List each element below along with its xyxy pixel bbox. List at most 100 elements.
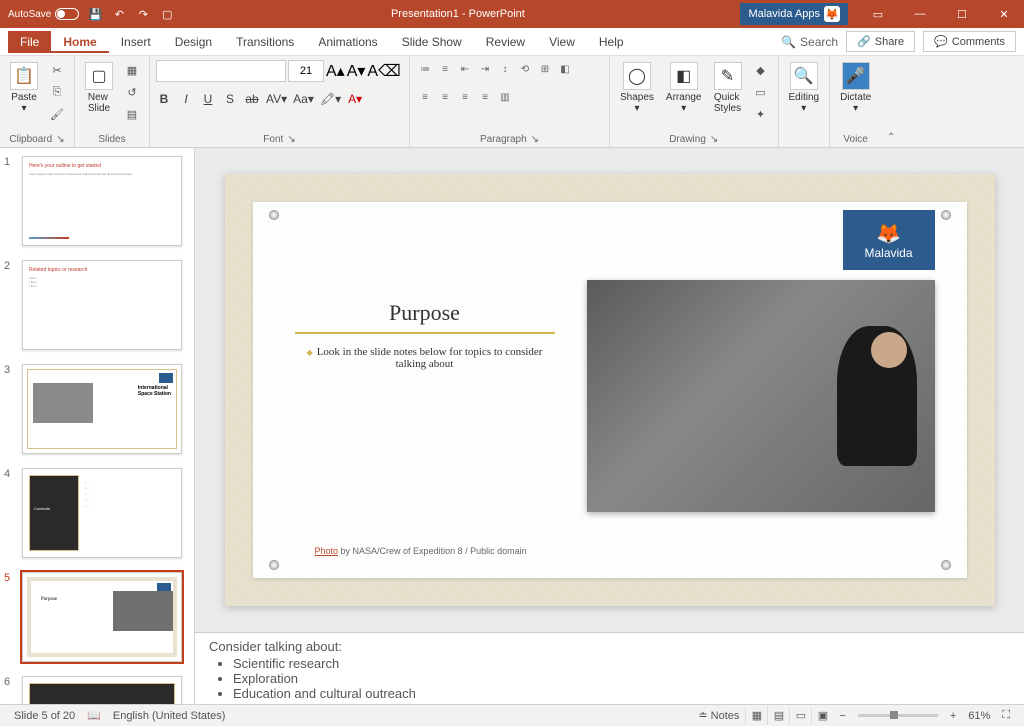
minimize-icon[interactable]: — — [900, 0, 940, 28]
titlebar: AutoSave 💾 ↶ ↷ ▢ Presentation1 - PowerPo… — [0, 0, 1024, 28]
cut-icon[interactable]: ✂ — [46, 60, 68, 80]
highlight-icon[interactable]: 🖍▾ — [320, 92, 341, 106]
autosave-toggle[interactable]: AutoSave — [8, 8, 79, 20]
shadow-button[interactable]: S — [222, 92, 238, 106]
text-direction-icon[interactable]: ⟲ — [516, 60, 534, 78]
tab-design[interactable]: Design — [163, 31, 224, 53]
zoom-out-icon[interactable]: − — [833, 710, 851, 722]
format-painter-icon[interactable]: 🖌 — [46, 104, 68, 124]
fit-window-icon[interactable]: ⛶ — [996, 709, 1016, 722]
tab-help[interactable]: Help — [587, 31, 636, 53]
quick-styles-button[interactable]: ✎Quick Styles — [710, 60, 746, 116]
notes-pane[interactable]: Consider talking about: Scientific resea… — [195, 632, 1024, 704]
slide-thumbnails[interactable]: 1 Here's your outline to get startedLore… — [0, 148, 195, 704]
tab-transitions[interactable]: Transitions — [224, 31, 306, 53]
shrink-font-icon[interactable]: A▾ — [347, 61, 366, 81]
align-right-icon[interactable]: ≡ — [456, 88, 474, 106]
redo-icon[interactable]: ↷ — [135, 6, 151, 22]
slide-canvas[interactable]: 🦊Malavida Purpose Look in the slide note… — [195, 148, 1024, 632]
font-color-icon[interactable]: A▾ — [347, 92, 363, 106]
slide-title[interactable]: Purpose — [315, 300, 535, 326]
underline-button[interactable]: U — [200, 92, 216, 106]
thumbnail-5[interactable]: 5 Purpose — [4, 572, 190, 662]
thumbnail-2[interactable]: 2 Related topics or research• item• item… — [4, 260, 190, 350]
new-slide-button[interactable]: ▢New Slide — [81, 60, 117, 116]
font-name-input[interactable] — [156, 60, 286, 82]
dialog-launcher-icon[interactable]: ↘ — [287, 134, 295, 145]
slide-photo[interactable] — [587, 280, 935, 512]
thumbnail-6[interactable]: 6 Manufacturing — [4, 676, 190, 704]
sorter-view-icon[interactable]: ▤ — [767, 707, 789, 725]
char-spacing-icon[interactable]: AV▾ — [266, 92, 287, 106]
collapse-ribbon-icon[interactable]: ⌃ — [881, 56, 901, 147]
notes-toggle[interactable]: ≐ Notes — [692, 709, 745, 722]
language-status[interactable]: English (United States) — [107, 710, 232, 722]
justify-icon[interactable]: ≡ — [476, 88, 494, 106]
bold-button[interactable]: B — [156, 92, 172, 106]
zoom-level[interactable]: 61% — [962, 710, 996, 722]
tab-animations[interactable]: Animations — [306, 31, 389, 53]
reset-icon[interactable]: ↺ — [121, 82, 143, 102]
font-size-input[interactable] — [288, 60, 324, 82]
reading-view-icon[interactable]: ▭ — [789, 707, 811, 725]
tab-file[interactable]: File — [8, 31, 51, 53]
screw-decor-icon — [269, 560, 279, 570]
shape-fill-icon[interactable]: ◆ — [750, 60, 772, 80]
clear-format-icon[interactable]: A⌫ — [367, 61, 400, 81]
strike-button[interactable]: ab — [244, 92, 260, 106]
paste-button[interactable]: 📋Paste▾ — [6, 60, 42, 116]
zoom-in-icon[interactable]: + — [944, 710, 962, 722]
editing-button[interactable]: 🔍Editing▾ — [785, 60, 824, 116]
slide-count[interactable]: Slide 5 of 20 — [8, 710, 81, 722]
slide-bullet[interactable]: Look in the slide notes below for topics… — [301, 346, 549, 370]
section-icon[interactable]: ▤ — [121, 104, 143, 124]
arrange-button[interactable]: ◧Arrange▾ — [662, 60, 706, 116]
malavida-badge[interactable]: Malavida Apps 🦊 — [740, 3, 848, 25]
maximize-icon[interactable]: ☐ — [942, 0, 982, 28]
italic-button[interactable]: I — [178, 92, 194, 106]
tab-home[interactable]: Home — [51, 31, 108, 53]
layout-icon[interactable]: ▦ — [121, 60, 143, 80]
share-button[interactable]: 🔗Share — [846, 31, 915, 52]
shape-outline-icon[interactable]: ▭ — [750, 82, 772, 102]
columns-icon[interactable]: ▥ — [496, 88, 514, 106]
grow-font-icon[interactable]: A▴ — [326, 61, 345, 81]
line-spacing-icon[interactable]: ↕ — [496, 60, 514, 78]
spellcheck-icon[interactable]: 📖 — [81, 709, 107, 722]
ribbon-display-icon[interactable]: ▭ — [858, 0, 898, 28]
tab-view[interactable]: View — [537, 31, 587, 53]
convert-smartart-icon[interactable]: ◧ — [556, 60, 574, 78]
slideshow-view-icon[interactable]: ▣ — [811, 707, 833, 725]
shapes-button[interactable]: ◯Shapes▾ — [616, 60, 658, 116]
normal-view-icon[interactable]: ▦ — [745, 707, 767, 725]
tab-slideshow[interactable]: Slide Show — [390, 31, 474, 53]
tab-review[interactable]: Review — [474, 31, 537, 53]
indent-inc-icon[interactable]: ⇥ — [476, 60, 494, 78]
shape-effects-icon[interactable]: ✦ — [750, 104, 772, 124]
dialog-launcher-icon[interactable]: ↘ — [531, 134, 539, 145]
copy-icon[interactable]: ⎘ — [46, 82, 68, 102]
dictate-button[interactable]: 🎤Dictate▾ — [836, 60, 875, 116]
search-box[interactable]: 🔍Search — [781, 35, 838, 49]
slide-logo[interactable]: 🦊Malavida — [843, 210, 935, 270]
slideshow-start-icon[interactable]: ▢ — [159, 6, 175, 22]
align-text-icon[interactable]: ⊞ — [536, 60, 554, 78]
align-center-icon[interactable]: ≡ — [436, 88, 454, 106]
dialog-launcher-icon[interactable]: ↘ — [56, 134, 64, 145]
zoom-slider[interactable] — [858, 714, 938, 717]
numbering-icon[interactable]: ≡ — [436, 60, 454, 78]
indent-dec-icon[interactable]: ⇤ — [456, 60, 474, 78]
bullets-icon[interactable]: ≔ — [416, 60, 434, 78]
save-icon[interactable]: 💾 — [87, 6, 103, 22]
thumbnail-4[interactable]: 4 Contents• ···• ···• ···• ···• ··· — [4, 468, 190, 558]
thumbnail-3[interactable]: 3 InternationalSpace Station — [4, 364, 190, 454]
tab-insert[interactable]: Insert — [109, 31, 163, 53]
comments-button[interactable]: 💬Comments — [923, 31, 1016, 52]
change-case-icon[interactable]: Aa▾ — [293, 92, 314, 106]
close-icon[interactable]: ✕ — [984, 0, 1024, 28]
slide-caption[interactable]: Photo by NASA/Crew of Expedition 8 / Pub… — [315, 546, 527, 556]
dialog-launcher-icon[interactable]: ↘ — [710, 134, 718, 145]
thumbnail-1[interactable]: 1 Here's your outline to get startedLore… — [4, 156, 190, 246]
align-left-icon[interactable]: ≡ — [416, 88, 434, 106]
undo-icon[interactable]: ↶ — [111, 6, 127, 22]
